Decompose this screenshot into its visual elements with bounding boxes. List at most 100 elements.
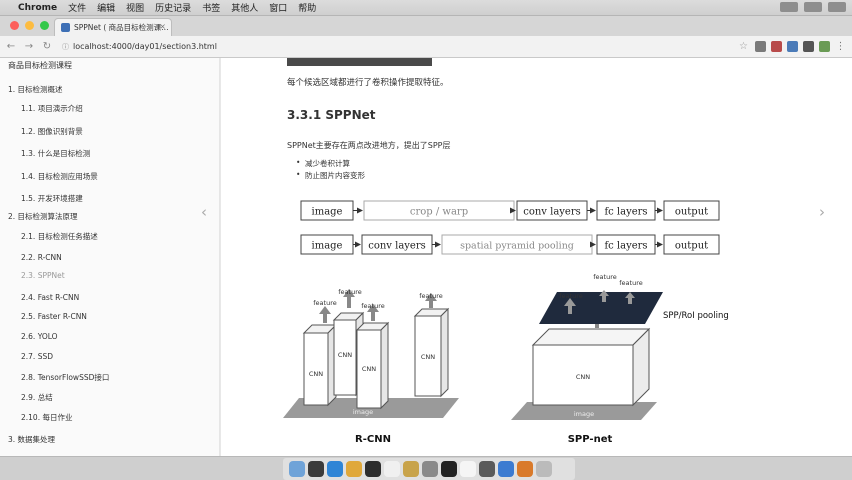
tab-strip: SPPNet ( 商品目标检测课… × xyxy=(0,16,852,36)
extension-icon[interactable] xyxy=(771,41,782,52)
spp-pooling-label: SPP/RoI pooling xyxy=(663,311,729,321)
dock xyxy=(0,456,852,480)
menu-item-edit[interactable]: 编辑 xyxy=(97,1,115,14)
cnn-label: CNN xyxy=(362,365,376,373)
menu-item-help[interactable]: 帮助 xyxy=(298,1,316,14)
sidebar-item-2-1[interactable]: 2.1. 目标检测任务描述 xyxy=(21,231,98,242)
app-icon[interactable] xyxy=(498,461,514,477)
tab-title: SPPNet ( 商品目标检测课… xyxy=(74,23,169,32)
flow-box-label: fc layers xyxy=(604,207,647,218)
rcnn-caption: R-CNN xyxy=(355,434,391,445)
sidebar-item-1-3[interactable]: 1.3. 什么是目标检测 xyxy=(21,148,90,159)
safari-icon[interactable] xyxy=(327,461,343,477)
status-icon[interactable] xyxy=(780,2,798,12)
sidebar-item-2-6[interactable]: 2.6. YOLO xyxy=(21,332,58,341)
menu-item-window[interactable]: 窗口 xyxy=(269,1,287,14)
tab-sppnet[interactable]: SPPNet ( 商品目标检测课… × xyxy=(54,18,172,36)
trash-icon[interactable] xyxy=(536,461,552,477)
bookmark-star-icon[interactable]: ☆ xyxy=(739,41,750,52)
flow-box-label: output xyxy=(675,207,708,218)
sidebar-item-2-5[interactable]: 2.5. Faster R-CNN xyxy=(21,312,87,321)
textedit-icon[interactable] xyxy=(384,461,400,477)
preferences-icon[interactable] xyxy=(422,461,438,477)
menu-item-people[interactable]: 其他人 xyxy=(231,1,258,14)
tab-close-icon[interactable]: × xyxy=(159,22,166,31)
sppnet-illustration: image CNN feature feature feature SPP/Ro… xyxy=(511,273,729,445)
address-bar[interactable]: ⓘ localhost:4000/day01/section3.html xyxy=(62,42,217,52)
status-icon[interactable] xyxy=(828,2,846,12)
sidebar-item-2-4[interactable]: 2.4. Fast R-CNN xyxy=(21,293,79,302)
sidebar-item-2-7[interactable]: 2.7. SSD xyxy=(21,352,53,361)
finder-icon[interactable] xyxy=(289,461,305,477)
reload-icon[interactable]: ↻ xyxy=(40,41,54,52)
extension-icon[interactable] xyxy=(787,41,798,52)
quicktime-icon[interactable] xyxy=(479,461,495,477)
minimize-window-icon[interactable] xyxy=(25,21,34,30)
extension-icon[interactable] xyxy=(803,41,814,52)
extension-icons: ☆ ⋮ xyxy=(739,41,846,52)
zoom-window-icon[interactable] xyxy=(40,21,49,30)
back-icon[interactable]: ← xyxy=(4,41,18,52)
cnn-label: CNN xyxy=(309,370,323,378)
menu-kebab-icon[interactable]: ⋮ xyxy=(835,41,846,52)
sidebar-item-2-9[interactable]: 2.9. 总结 xyxy=(21,392,53,403)
menu-app-name[interactable]: Chrome xyxy=(18,3,57,13)
favicon-icon xyxy=(61,23,70,32)
close-window-icon[interactable] xyxy=(10,21,19,30)
sidebar-item-2-8[interactable]: 2.8. TensorFlowSSD接口 xyxy=(21,372,109,383)
typora-icon[interactable] xyxy=(460,461,476,477)
sidebar-item-1-1[interactable]: 1.1. 项目演示介绍 xyxy=(21,103,83,114)
app-icon[interactable] xyxy=(517,461,533,477)
sidebar-item-2-3[interactable]: 2.3. SPPNet xyxy=(21,271,65,280)
forward-icon[interactable]: → xyxy=(22,41,36,52)
system-menu-bar: Chrome 文件 编辑 视图 历史记录 书签 其他人 窗口 帮助 xyxy=(0,0,852,16)
sppnet-diagram: image crop / warp conv layers fc layers … xyxy=(283,200,729,445)
sidebar-item-chapter-2[interactable]: 2. 目标检测算法原理 xyxy=(8,211,78,222)
extension-icon[interactable] xyxy=(755,41,766,52)
info-icon[interactable]: ⓘ xyxy=(62,42,69,52)
sidebar-item-1-4[interactable]: 1.4. 目标检测应用场景 xyxy=(21,171,98,182)
pipeline-row-rcnn: image crop / warp conv layers fc layers … xyxy=(300,200,720,221)
pycharm-icon[interactable] xyxy=(365,461,381,477)
extension-icon[interactable] xyxy=(819,41,830,52)
chrome-icon[interactable] xyxy=(346,461,362,477)
status-icons xyxy=(780,2,846,12)
sidebar-item-chapter-1[interactable]: 1. 目标检测概述 xyxy=(8,84,63,95)
feature-label: feature xyxy=(313,299,336,307)
image-plane-label: image xyxy=(574,410,594,418)
feature-label: feature xyxy=(559,292,582,300)
feature-label: feature xyxy=(338,288,361,296)
menu-item-bookmarks[interactable]: 书签 xyxy=(202,1,220,14)
menu-item-view[interactable]: 视图 xyxy=(126,1,144,14)
sidebar-item-1-5[interactable]: 1.5. 开发环境搭建 xyxy=(21,193,83,204)
cnn-label: CNN xyxy=(576,373,590,381)
flow-box-label: fc layers xyxy=(604,241,647,252)
sidebar-item-1-2[interactable]: 1.2. 图像识别背景 xyxy=(21,126,83,137)
launchpad-icon[interactable] xyxy=(308,461,324,477)
window-controls xyxy=(10,21,49,30)
feature-label: feature xyxy=(419,292,442,300)
flow-box-label: output xyxy=(675,241,708,252)
rcnn-illustration: image CNN feature CNN feature CNN featur… xyxy=(283,288,459,445)
browser-toolbar: ← → ↻ ⓘ localhost:4000/day01/section3.ht… xyxy=(0,36,852,58)
previous-page-arrow-icon[interactable]: ‹ xyxy=(201,203,207,221)
book-summary-sidebar: 商品目标检测课程 1. 目标检测概述 1.1. 项目演示介绍 1.2. 图像识别… xyxy=(0,58,220,456)
flow-box-label: image xyxy=(312,207,343,218)
sidebar-item-2-2[interactable]: 2.2. R-CNN xyxy=(21,253,62,262)
menu-item-history[interactable]: 历史记录 xyxy=(155,1,191,14)
address-text[interactable]: localhost:4000/day01/section3.html xyxy=(73,42,217,51)
feature-label: feature xyxy=(593,273,616,281)
page-content: 每个候选区域都进行了卷积操作提取特征。 3.3.1 SPPNet SPPNet主… xyxy=(221,58,852,456)
sidebar-title: 商品目标检测课程 xyxy=(8,61,72,70)
sidebar-item-2-10[interactable]: 2.10. 每日作业 xyxy=(21,412,72,423)
status-icon[interactable] xyxy=(804,2,822,12)
flow-box-label: image xyxy=(312,241,343,252)
image-plane-label: image xyxy=(353,408,373,416)
terminal-icon[interactable] xyxy=(441,461,457,477)
flow-box-label: spatial pyramid pooling xyxy=(460,241,574,252)
flow-box-label: conv layers xyxy=(523,207,581,218)
sidebar-item-chapter-3[interactable]: 3. 数据集处理 xyxy=(8,434,55,445)
next-page-arrow-icon[interactable]: › xyxy=(819,203,825,221)
menu-item-file[interactable]: 文件 xyxy=(68,1,86,14)
keynote-icon[interactable] xyxy=(403,461,419,477)
